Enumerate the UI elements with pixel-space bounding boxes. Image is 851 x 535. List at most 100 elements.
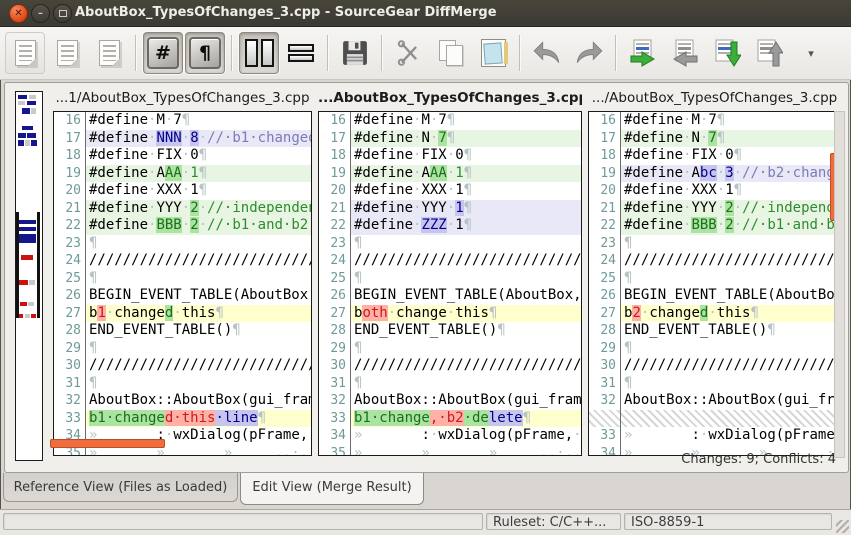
code-line[interactable]: 23¶ bbox=[589, 235, 840, 253]
code-line[interactable]: 31¶ bbox=[589, 375, 840, 393]
code-line[interactable]: 30//////////////////////////// bbox=[589, 357, 840, 375]
code-line[interactable]: 19#define·Abc·3·//·b2·changed bbox=[589, 165, 840, 183]
code-line[interactable]: 30//////////////////////////// bbox=[319, 357, 581, 375]
code-line[interactable]: 32AboutBox::AboutBox(gui_frame bbox=[54, 392, 311, 410]
code-line[interactable]: 33b1·change,·b2·delete¶ bbox=[319, 410, 581, 428]
code-line[interactable]: 23¶ bbox=[319, 235, 581, 253]
cut-button[interactable] bbox=[389, 32, 429, 74]
code-line[interactable]: 30//////////////////////////// bbox=[54, 357, 311, 375]
code-line[interactable]: 22#define·BBB·2·//·b1·and·b2·c bbox=[54, 217, 311, 235]
code-line[interactable]: 26BEGIN_EVENT_TABLE(AboutBox,· bbox=[319, 287, 581, 305]
file-diff-button[interactable] bbox=[5, 32, 45, 74]
code-line[interactable]: 16#define·M·7¶ bbox=[319, 112, 581, 130]
apply-change-down-button[interactable] bbox=[707, 32, 747, 74]
redo-button[interactable] bbox=[569, 32, 609, 74]
line-number: 23 bbox=[589, 235, 621, 253]
code-line[interactable]: 19#define·AAA·1¶ bbox=[319, 165, 581, 183]
code-line[interactable]: 25¶ bbox=[54, 270, 311, 288]
line-number: 17 bbox=[319, 130, 351, 148]
code-line[interactable]: 16#define·M·7¶ bbox=[54, 112, 311, 130]
overview-change-mark bbox=[29, 95, 36, 99]
code-line[interactable]: 28END_EVENT_TABLE()¶ bbox=[589, 322, 840, 340]
split-horizontal-button[interactable] bbox=[281, 32, 321, 74]
tab-edit-view[interactable]: Edit View (Merge Result) bbox=[240, 473, 424, 505]
code-line[interactable]: 27both·change·this¶ bbox=[319, 305, 581, 323]
code-line[interactable]: 18#define·FIX·0¶ bbox=[54, 147, 311, 165]
resize-grip[interactable] bbox=[836, 520, 849, 533]
vertical-scrollbar-track[interactable] bbox=[834, 111, 845, 458]
code-line[interactable]: 24//////////////////////////// bbox=[319, 252, 581, 270]
code-line[interactable]: 35» » » ..·.. bbox=[319, 445, 581, 457]
overview-viewport-indicator[interactable] bbox=[16, 212, 40, 318]
title-bar[interactable]: ✕ – AboutBox_TypesOfChanges_3.cpp - Sour… bbox=[0, 0, 851, 27]
code-line[interactable]: 34» :·wxDialog(pFrame,· bbox=[319, 427, 581, 445]
folder-diff-button[interactable] bbox=[47, 32, 87, 74]
code-line[interactable]: 20#define·XXX·1¶ bbox=[319, 182, 581, 200]
horizontal-scrollbar-thumb[interactable] bbox=[50, 439, 165, 448]
code-line[interactable]: 24//////////////////////////// bbox=[589, 252, 840, 270]
copy-button[interactable] bbox=[431, 32, 471, 74]
code-line[interactable]: 29¶ bbox=[319, 340, 581, 358]
code-line[interactable]: 26BEGIN_EVENT_TABLE(AboutBox,· bbox=[54, 287, 311, 305]
code-line[interactable]: 25¶ bbox=[319, 270, 581, 288]
apply-change-right-button[interactable] bbox=[623, 32, 663, 74]
deleted-line-placeholder[interactable] bbox=[589, 410, 840, 428]
paste-button[interactable] bbox=[473, 32, 513, 74]
line-number: 23 bbox=[54, 235, 86, 253]
close-button[interactable]: ✕ bbox=[9, 4, 28, 23]
apply-menu-button[interactable]: ▾ bbox=[791, 32, 831, 74]
code-line[interactable]: 22#define·ZZZ·1¶ bbox=[319, 217, 581, 235]
code-line[interactable]: 18#define·FIX·0¶ bbox=[589, 147, 840, 165]
code-line[interactable]: 29¶ bbox=[589, 340, 840, 358]
apply-change-left-button[interactable] bbox=[665, 32, 705, 74]
code-panel-center[interactable]: 16#define·M·7¶17#define·N·7¶18#define·FI… bbox=[318, 111, 582, 456]
code-line[interactable]: 28END_EVENT_TABLE()¶ bbox=[54, 322, 311, 340]
split-vertical-button[interactable] bbox=[239, 32, 279, 74]
code-line[interactable]: 20#define·XXX·1¶ bbox=[589, 182, 840, 200]
line-number: 24 bbox=[54, 252, 86, 270]
overview-strip[interactable] bbox=[15, 91, 43, 461]
code-line[interactable]: 17#define·N·7¶ bbox=[589, 130, 840, 148]
apply-change-up-button[interactable] bbox=[749, 32, 789, 74]
code-line[interactable]: 28END_EVENT_TABLE()¶ bbox=[319, 322, 581, 340]
line-number: 32 bbox=[319, 392, 351, 410]
code-line[interactable]: 23¶ bbox=[54, 235, 311, 253]
code-line[interactable]: 31¶ bbox=[319, 375, 581, 393]
code-line[interactable]: 22#define·BBB·2·//·b1·and·b2·c bbox=[589, 217, 840, 235]
undo-button[interactable] bbox=[527, 32, 567, 74]
code-line[interactable]: 19#define·AAA·1¶ bbox=[54, 165, 311, 183]
code-line[interactable]: 27b1·changed·this¶ bbox=[54, 305, 311, 323]
show-whitespace-button[interactable]: ¶ bbox=[185, 32, 225, 74]
code-line[interactable]: 17#define·NNN·8·//·b1·changed bbox=[54, 130, 311, 148]
code-line[interactable]: 24//////////////////////////// bbox=[54, 252, 311, 270]
code-line[interactable]: 25¶ bbox=[589, 270, 840, 288]
line-number: 31 bbox=[589, 375, 621, 393]
code-line[interactable]: 27b2·changed·this¶ bbox=[589, 305, 840, 323]
code-line[interactable]: 16#define·M·7¶ bbox=[589, 112, 840, 130]
code-line[interactable]: 31¶ bbox=[54, 375, 311, 393]
minimize-button[interactable]: – bbox=[31, 4, 50, 23]
code-panel-left[interactable]: 16#define·M·7¶17#define·NNN·8·//·b1·chan… bbox=[53, 111, 312, 456]
file-merge-button[interactable] bbox=[89, 32, 129, 74]
line-text: #define·XXX·1¶ bbox=[86, 182, 311, 200]
line-numbers-button[interactable]: # bbox=[143, 32, 183, 74]
code-line[interactable]: 32AboutBox::AboutBox(gui_frame bbox=[319, 392, 581, 410]
code-line[interactable]: 18#define·FIX·0¶ bbox=[319, 147, 581, 165]
tab-reference-view[interactable]: Reference View (Files as Loaded) bbox=[3, 473, 238, 502]
code-line[interactable]: 26BEGIN_EVENT_TABLE(AboutBox,· bbox=[589, 287, 840, 305]
line-number: 31 bbox=[319, 375, 351, 393]
code-line[interactable]: 33b1·changed·this·line¶ bbox=[54, 410, 311, 428]
code-line[interactable]: 32AboutBox::AboutBox(gui_frame bbox=[589, 392, 840, 410]
code-line[interactable]: 29¶ bbox=[54, 340, 311, 358]
line-text: b1·changed·this·line¶ bbox=[86, 410, 311, 428]
code-line[interactable]: 20#define·XXX·1¶ bbox=[54, 182, 311, 200]
code-line[interactable]: 21#define·YYY·1¶ bbox=[319, 200, 581, 218]
maximize-button[interactable] bbox=[53, 4, 72, 23]
code-line[interactable]: 21#define·YYY·2·//·independent bbox=[589, 200, 840, 218]
code-line[interactable]: 21#define·YYY·2·//·independent bbox=[54, 200, 311, 218]
line-text: » :·wxDialog(pFrame,· bbox=[621, 427, 840, 445]
save-button[interactable] bbox=[335, 32, 375, 74]
code-panel-right[interactable]: 16#define·M·7¶17#define·N·7¶18#define·FI… bbox=[588, 111, 841, 456]
code-line[interactable]: 33» :·wxDialog(pFrame,· bbox=[589, 427, 840, 445]
code-line[interactable]: 17#define·N·7¶ bbox=[319, 130, 581, 148]
